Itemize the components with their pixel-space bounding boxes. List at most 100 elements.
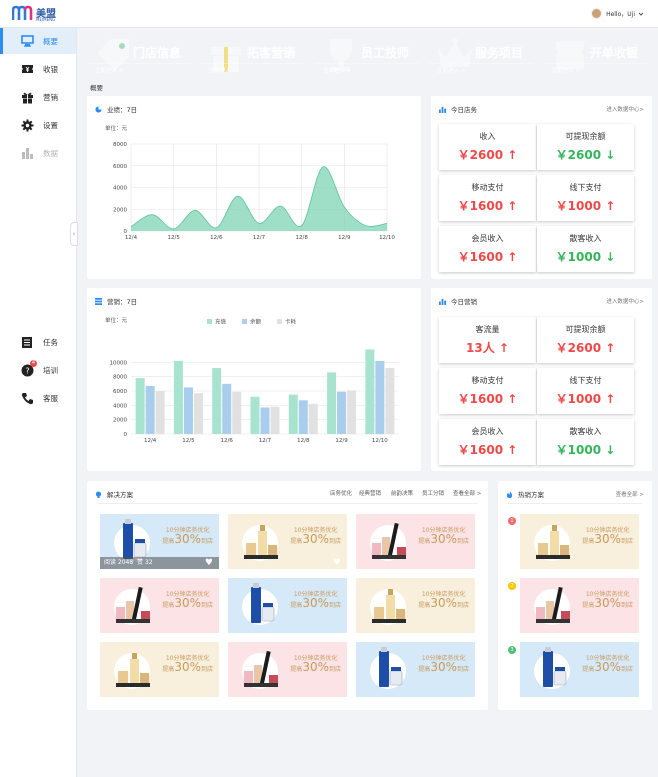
stat-label: 客流量	[475, 325, 500, 334]
stat-box[interactable]: 收入 ￥2600 ↑	[439, 124, 536, 170]
promo-card[interactable]: 10分钟店务优化 提高30%到店	[356, 642, 475, 697]
sidebar-collapse-handle[interactable]: ‹	[70, 222, 78, 246]
x-tick-label: 12/4	[144, 438, 157, 444]
sidebar-item-training[interactable]: ? 4 培训	[0, 357, 76, 383]
tab-store-optimization[interactable]: 店务优化	[330, 489, 352, 497]
bar	[270, 406, 280, 434]
tile-enter-link[interactable]: 立即进入 >	[87, 63, 191, 74]
sidebar-item-tasks[interactable]: 任务	[0, 329, 76, 355]
divider	[508, 503, 642, 504]
promo-card[interactable]: 10分钟店务优化 提高30%到店 阅读 2048 赞 32 ♥	[100, 514, 219, 569]
promo-percent: 30%	[594, 532, 621, 546]
promo-percent: 30%	[302, 532, 329, 546]
card-header: 今日营销	[439, 296, 477, 306]
trend-arrow-icon: ↑	[605, 199, 616, 213]
sidebar-item-overview[interactable]: 概要	[0, 28, 76, 54]
promo-card[interactable]: 10分钟店务优化 提高30%到店	[100, 578, 219, 633]
promo-card[interactable]: 10分钟店务优化 提高30%到店	[520, 514, 639, 569]
heart-icon[interactable]: ♥	[333, 558, 341, 568]
stat-box[interactable]: 移动支付 ￥1600 ↑	[439, 175, 536, 221]
promo-percent: 30%	[594, 596, 621, 610]
gift-icon	[20, 90, 34, 104]
tile-enter-link[interactable]: 立即进入 >	[544, 63, 648, 74]
tile-customer-marketing[interactable]: 拓客营销 立即进入 >	[201, 33, 305, 78]
card-header: 热销方案	[506, 489, 544, 499]
user-menu[interactable]: Hello，Uji	[591, 8, 644, 19]
today-marketing-card: 今日营销 进入数据中心> 客流量 13人 ↑ 可提现余额 ￥2600 ↑ 移动支付 ￥16…	[431, 288, 652, 471]
performance-area-chart: 0200040006000800012/4 12/5 12/6 12/7 12/8 12/…	[113, 142, 395, 241]
stat-box[interactable]: 会员收入 ￥1600 ↑	[439, 226, 536, 272]
stat-amount: ￥1600	[457, 199, 504, 213]
tile-store-info[interactable]: 门店信息 立即进入 >	[87, 33, 191, 78]
promo-card[interactable]: 10分钟店务优化 提高30%到店	[356, 514, 475, 569]
promo-card[interactable]: 10分钟店务优化 提高30%到店	[100, 642, 219, 697]
data-center-link[interactable]: 进入数据中心>	[606, 297, 644, 305]
stat-box[interactable]: 会员收入 ￥1600 ↑	[439, 419, 536, 465]
chevron-down-icon[interactable]	[638, 11, 644, 17]
promo-card[interactable]: 10分钟店务优化 提高30%到店	[520, 578, 639, 633]
sidebar-item-label: 培训	[43, 365, 58, 375]
promo-meta-bar: 阅读 2048 赞 32	[100, 557, 219, 569]
tile-enter-link[interactable]: 立即进入 >	[315, 63, 419, 74]
tile-enter-link[interactable]: 立即进入 >	[201, 63, 305, 74]
avatar[interactable]	[591, 8, 603, 19]
card-title: 今日店务	[451, 106, 477, 114]
promo-text: 10分钟店务优化 提高30%到店	[290, 590, 341, 610]
x-tick-label: 12/8	[295, 235, 308, 241]
y-tick-label: 0	[124, 432, 128, 438]
tab-decision[interactable]: 前韵决策	[391, 489, 413, 497]
promo-card[interactable]: 10分钟店务优化 提高30%到店	[356, 578, 475, 633]
stat-box[interactable]: 可提现余额 ￥2600 ↑	[537, 317, 634, 363]
x-tick-label: 12/10	[372, 438, 388, 444]
view-all-link[interactable]: 查看全部 >	[453, 489, 481, 497]
view-all-link[interactable]: 查看全部 >	[616, 490, 644, 498]
stat-amount: ￥1000	[555, 199, 602, 213]
tile-title: 拓客营销	[246, 46, 295, 60]
y-tick-label: 8000	[113, 142, 127, 148]
promo-percent: 30%	[302, 660, 329, 674]
stat-box[interactable]: 客流量 13人 ↑	[439, 317, 536, 363]
bar	[298, 400, 308, 434]
tile-billing[interactable]: 开单收银 立即进入 >	[544, 33, 648, 78]
promo-suffix: 到店	[620, 602, 633, 609]
promo-percent: 30%	[594, 660, 621, 674]
data-center-link[interactable]: 进入数据中心>	[606, 105, 644, 113]
promo-card[interactable]: 10分钟店务优化 提高30%到店	[520, 642, 639, 697]
stat-box[interactable]: 散客收入 ￥1000 ↓	[537, 419, 634, 465]
stat-box[interactable]: 散客收入 ￥1000 ↓	[537, 226, 634, 272]
promo-suffix: 到店	[328, 538, 341, 545]
sidebar-item-label: 数据	[43, 148, 58, 158]
promo-card[interactable]: 10分钟店务优化 提高30%到店	[228, 642, 347, 697]
view-count: 阅读 2048	[104, 559, 134, 566]
tile-enter-link[interactable]: 立即进入 >	[429, 63, 533, 74]
legend-label: 卡耗	[285, 318, 297, 326]
stat-amount: ￥1000	[555, 250, 602, 264]
sidebar-item-settings[interactable]: 设置	[0, 112, 76, 138]
sidebar-item-cashier[interactable]: 收银	[0, 56, 76, 82]
sidebar-item-marketing[interactable]: 营销	[0, 84, 76, 110]
tile-staff[interactable]: 员工技师 立即进入 >	[315, 33, 419, 78]
promo-prefix: 提高	[418, 666, 431, 673]
stat-label: 移动支付	[471, 376, 504, 385]
y-tick-label: 2000	[113, 207, 127, 213]
stat-box[interactable]: 移动支付 ￥1600 ↑	[439, 368, 536, 414]
tile-services[interactable]: 服务项目 立即进入 >	[429, 33, 533, 78]
stat-box[interactable]: 可提现余额 ￥2600 ↓	[537, 124, 634, 170]
sidebar-item-support[interactable]: 客服	[0, 385, 76, 411]
card-header: 解决方案	[95, 489, 133, 499]
stat-box[interactable]: 线下支付 ￥1000 ↑	[537, 368, 634, 414]
tab-classic-marketing[interactable]: 经典营销	[359, 489, 381, 497]
stat-value: ￥1000 ↓	[537, 441, 634, 458]
stat-box[interactable]: 线下支付 ￥1000 ↑	[537, 175, 634, 221]
sidebar-item-data[interactable]: 数据	[0, 140, 76, 166]
tile-title: 员工技师	[360, 46, 409, 60]
promo-card[interactable]: 10分钟店务优化 提高30%到店	[228, 578, 347, 633]
bar	[193, 393, 203, 434]
trend-arrow-icon: ↑	[507, 443, 518, 457]
x-tick-label: 12/4	[125, 235, 138, 241]
tab-staff-distribution[interactable]: 员工分销	[422, 489, 444, 497]
x-tick-label: 12/7	[253, 235, 266, 241]
promo-card[interactable]: 10分钟店务优化 提高30%到店 ♥	[228, 514, 347, 569]
heart-icon[interactable]: ♥	[205, 558, 213, 568]
bar	[327, 372, 337, 434]
